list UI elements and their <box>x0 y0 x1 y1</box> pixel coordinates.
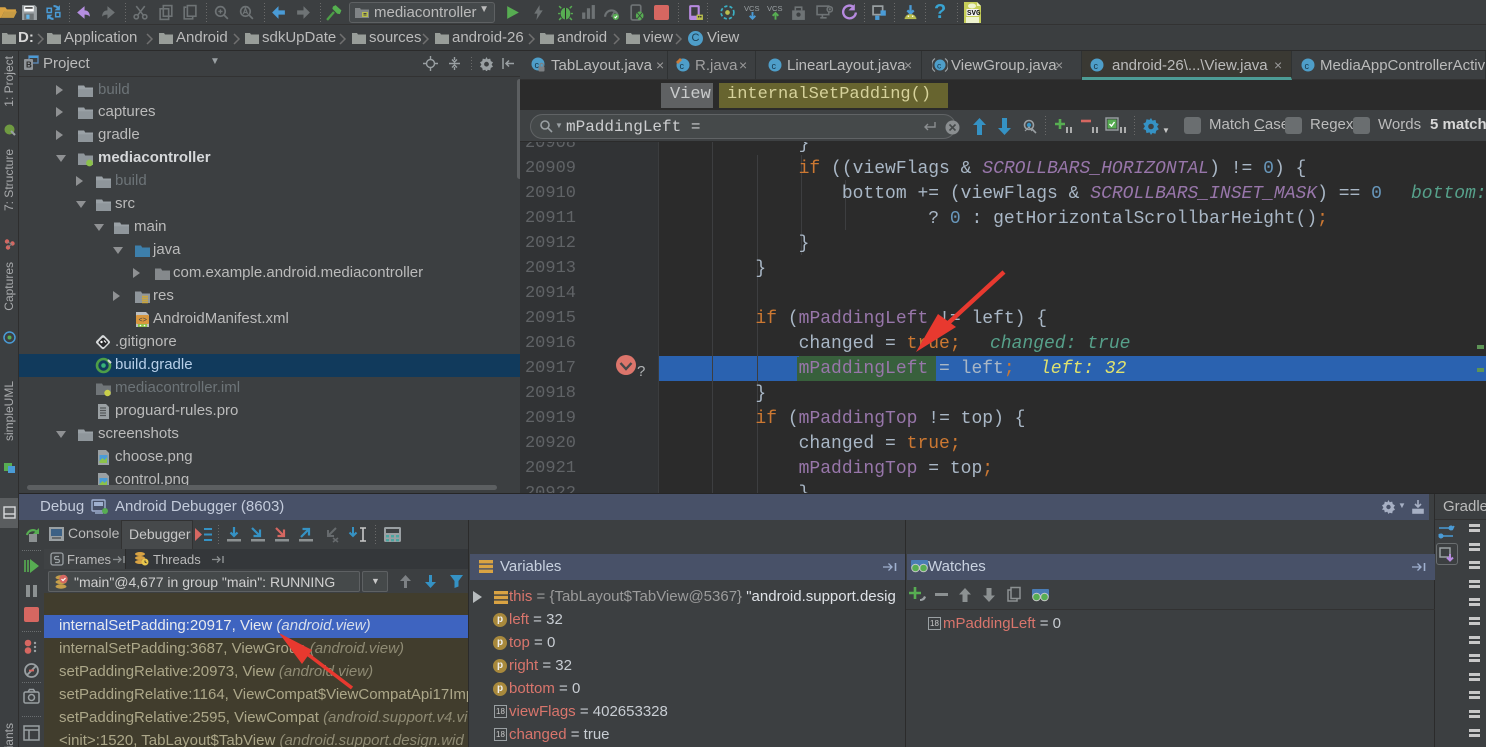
svg-text:<>: <> <box>139 317 147 325</box>
svg-text:VCS: VCS <box>767 4 783 13</box>
svg-text:c: c <box>1305 61 1310 71</box>
svg-text:c: c <box>772 61 777 71</box>
svg-text:SVG: SVG <box>967 10 981 18</box>
svg-text:c: c <box>1094 61 1099 71</box>
svg-text:c: c <box>680 61 685 71</box>
svg-text:VCS: VCS <box>744 4 760 13</box>
svg-text:B: B <box>26 61 32 70</box>
